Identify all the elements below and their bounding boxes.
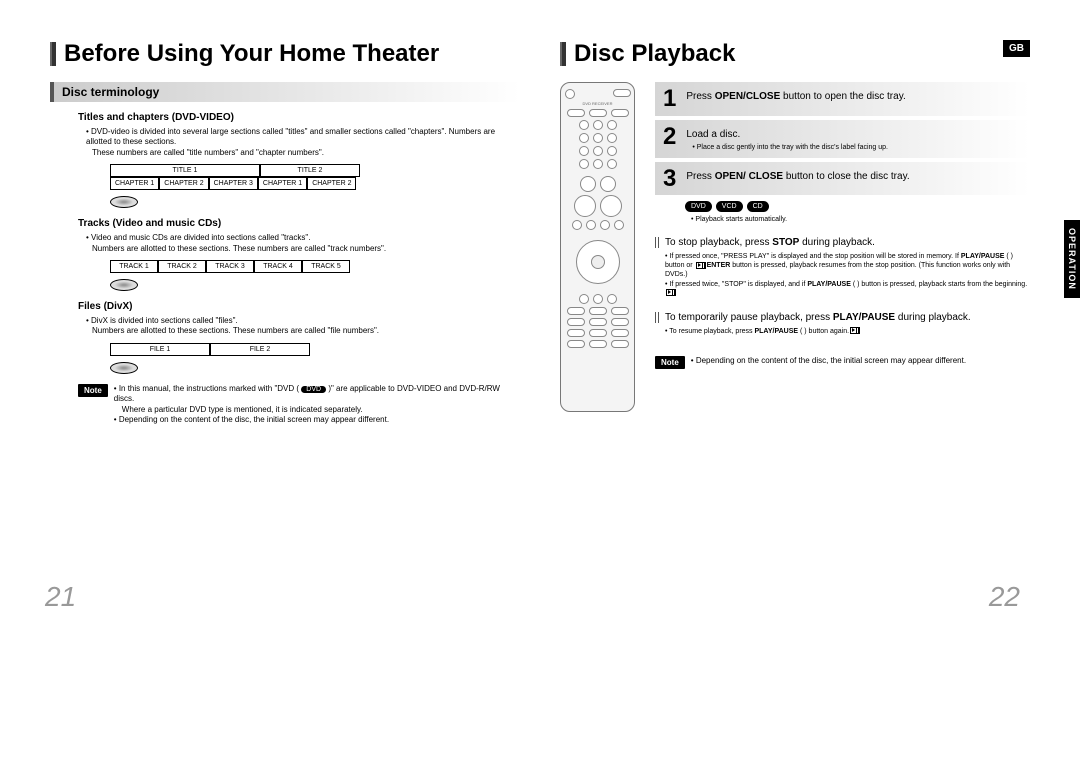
diag2-t5: TRACK 5 — [302, 260, 350, 273]
diagram-tracks: TRACK 1 TRACK 2 TRACK 3 TRACK 4 TRACK 5 — [110, 260, 520, 291]
diag2-t4: TRACK 4 — [254, 260, 302, 273]
auto-play-text: Playback starts automatically. — [691, 216, 1030, 223]
step-number: 2 — [659, 126, 680, 148]
page-right: GB Disc Playback DVD RECEIVER — [560, 40, 1030, 425]
diag2-t2: TRACK 2 — [158, 260, 206, 273]
side-tab-operation: OPERATION — [1064, 220, 1080, 298]
diag1-title2: TITLE 2 — [260, 164, 360, 177]
heading-files: Files (DivX) — [78, 301, 520, 312]
diagram-titles: TITLE 1 TITLE 2 CHAPTER 1 CHAPTER 2 CHAP… — [110, 164, 520, 208]
note-line-3: Depending on the content of the disc, th… — [114, 415, 520, 425]
stop-bullet-1: If pressed once, "PRESS PLAY" is display… — [665, 252, 1030, 279]
gb-badge: GB — [1003, 40, 1030, 57]
note-right-line: Depending on the content of the disc, th… — [691, 356, 966, 366]
text-titles-sub: These numbers are called "title numbers"… — [92, 148, 520, 158]
step-2-text: Load a disc. Place a disc gently into th… — [686, 126, 888, 152]
steps-column: 1 Press OPEN/CLOSE button to open the di… — [655, 82, 1030, 369]
dpad-icon — [576, 240, 620, 284]
diag1-title1: TITLE 1 — [110, 164, 260, 177]
pause-bullet-1: To resume playback, press PLAY/PAUSE ( )… — [665, 327, 1030, 336]
step-2: 2 Load a disc. Place a disc gently into … — [655, 120, 1030, 158]
page-title-left: Before Using Your Home Theater — [50, 40, 520, 68]
dvd-pill-icon: DVD — [301, 386, 326, 393]
disc-type-pills: DVD VCD CD — [685, 201, 1030, 212]
remote-control-illustration: DVD RECEIVER — [560, 82, 635, 412]
text-titles-bullet: DVD-video is divided into several large … — [86, 127, 520, 148]
disc-icon — [110, 362, 138, 374]
step-number: 1 — [659, 88, 680, 110]
note-text-left: In this manual, the instructions marked … — [114, 384, 520, 426]
heading-titles-chapters: Titles and chapters (DVD-VIDEO) — [78, 112, 520, 123]
pill-dvd: DVD — [685, 201, 712, 212]
diag1-ch1: CHAPTER 1 — [110, 177, 159, 190]
pause-details: To resume playback, press PLAY/PAUSE ( )… — [665, 327, 1030, 336]
text-tracks-bullet: Video and music CDs are divided into sec… — [86, 233, 520, 243]
note-label: Note — [78, 384, 108, 397]
stop-bullet-2: If pressed twice, "STOP" is displayed, a… — [665, 280, 1030, 298]
diag3-f1: FILE 1 — [110, 343, 210, 356]
play-pause-icon — [666, 289, 676, 296]
diag2-t3: TRACK 3 — [206, 260, 254, 273]
diag2-t1: TRACK 1 — [110, 260, 158, 273]
step-1-text: Press OPEN/CLOSE button to open the disc… — [686, 88, 905, 103]
diag1-ch4: CHAPTER 1 — [258, 177, 307, 190]
note-left: Note In this manual, the instructions ma… — [78, 384, 520, 426]
note-right-text: Depending on the content of the disc, th… — [691, 356, 966, 366]
instruction-stop: To stop playback, press STOP during play… — [655, 237, 1030, 248]
step-2-sub: Place a disc gently into the tray with t… — [692, 143, 888, 152]
title-bar-icon — [50, 42, 56, 66]
pill-vcd: VCD — [716, 201, 743, 212]
disc-icon — [110, 279, 138, 291]
instruction-pause: To temporarily pause playback, press PLA… — [655, 312, 1030, 323]
section-disc-terminology: Disc terminology — [50, 82, 520, 102]
title-left-text: Before Using Your Home Theater — [64, 40, 439, 68]
text-files-bullet: DivX is divided into sections called "fi… — [86, 316, 520, 326]
heading-tracks: Tracks (Video and music CDs) — [78, 218, 520, 229]
step-3-text: Press OPEN/ CLOSE button to close the di… — [686, 168, 909, 183]
diagram-files: FILE 1 FILE 2 — [110, 343, 520, 374]
step-number: 3 — [659, 168, 680, 190]
disc-icon — [110, 196, 138, 208]
diag1-ch5: CHAPTER 2 — [307, 177, 356, 190]
step-1: 1 Press OPEN/CLOSE button to open the di… — [655, 82, 1030, 116]
play-pause-icon — [696, 262, 706, 269]
note-line-2: Where a particular DVD type is mentioned… — [122, 405, 520, 415]
text-files-sub: Numbers are allotted to these sections. … — [92, 326, 520, 336]
page-number-left: 21 — [45, 581, 76, 613]
note-right: Note Depending on the content of the dis… — [655, 356, 1030, 369]
title-bar-icon — [560, 42, 566, 66]
diag1-ch2: CHAPTER 2 — [159, 177, 208, 190]
text-tracks-sub: Numbers are allotted to these sections. … — [92, 244, 520, 254]
page-number-right: 22 — [989, 581, 1020, 613]
page-title-right: Disc Playback — [560, 40, 1030, 68]
title-right-text: Disc Playback — [574, 40, 735, 68]
pill-cd: CD — [747, 201, 769, 212]
play-pause-icon — [850, 327, 860, 334]
diag3-f2: FILE 2 — [210, 343, 310, 356]
diag1-ch3: CHAPTER 3 — [209, 177, 258, 190]
note-line-1: In this manual, the instructions marked … — [114, 384, 520, 405]
stop-details: If pressed once, "PRESS PLAY" is display… — [665, 252, 1030, 297]
note-label: Note — [655, 356, 685, 369]
step-3: 3 Press OPEN/ CLOSE button to close the … — [655, 162, 1030, 196]
page-left: Before Using Your Home Theater Disc term… — [50, 40, 520, 425]
